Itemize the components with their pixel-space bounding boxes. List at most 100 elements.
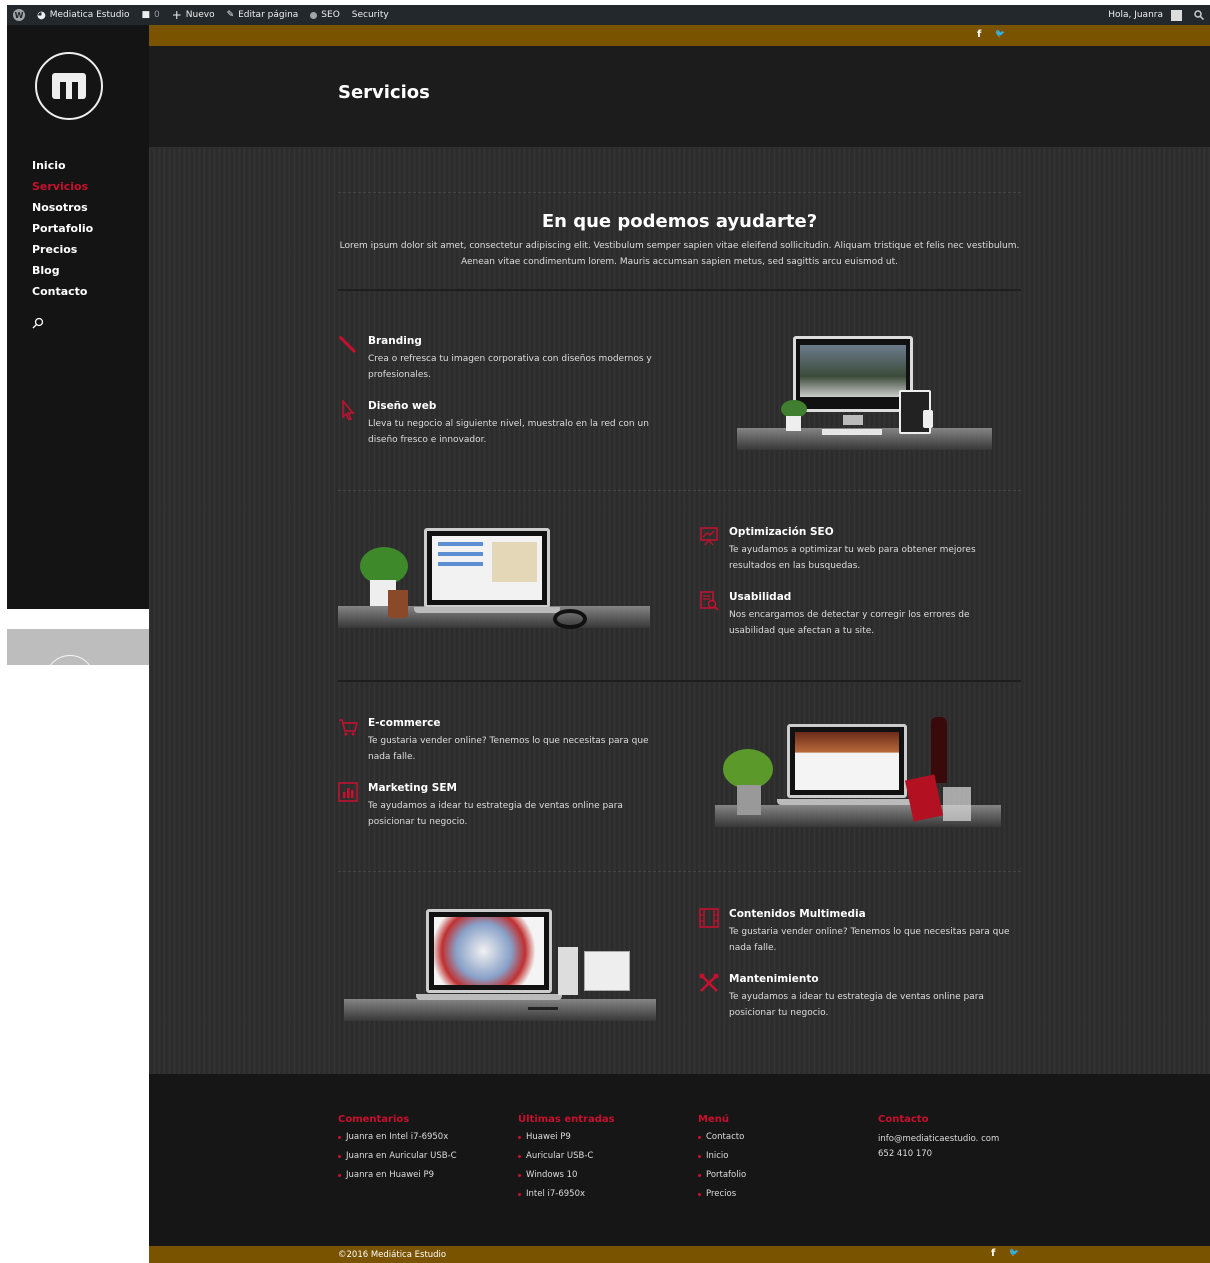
footer-recent-posts: Últimas entradas Huawei P9 Auricular USB… <box>518 1114 615 1208</box>
site-name-link[interactable]: ◕ Mediatica Estudio <box>31 5 135 25</box>
footer-link[interactable]: Auricular USB-C <box>518 1151 615 1170</box>
laptop-workspace-image <box>338 522 650 640</box>
nav-item-portafolio[interactable]: Portafolio <box>32 221 93 242</box>
document-search-icon <box>700 591 719 611</box>
sidebar-overflow-panel <box>7 629 149 665</box>
seo-label: SEO <box>321 10 340 20</box>
facebook-icon[interactable]: f <box>977 29 981 40</box>
twitter-icon[interactable]: 🐦 <box>995 29 1005 40</box>
page-title: Servicios <box>338 82 430 103</box>
new-content-link[interactable]: + Nuevo <box>166 5 221 25</box>
top-strip: f 🐦 <box>149 25 1210 46</box>
pencil-edit-icon: ✎ <box>226 10 235 20</box>
feature-title: E-commerce <box>368 717 441 729</box>
logo-mark-icon <box>52 73 86 99</box>
footer-link[interactable]: Intel i7-6950x <box>518 1189 615 1208</box>
footer-link[interactable]: Windows 10 <box>518 1170 615 1189</box>
divider <box>338 192 1021 193</box>
greeting-label: Hola, Juanra <box>1108 10 1163 20</box>
site-logo[interactable] <box>35 52 103 120</box>
feature-title: Contenidos Multimedia <box>729 908 866 920</box>
footer-link[interactable]: Juanra en Auricular USB-C <box>338 1151 457 1170</box>
ecommerce-laptop-image <box>715 717 1001 832</box>
footer-link[interactable]: Inicio <box>698 1151 746 1170</box>
desktop-devices-image <box>737 330 992 450</box>
divider <box>338 289 1021 291</box>
intro-text: Lorem ipsum dolor sit amet, consectetur … <box>339 241 1020 267</box>
twitter-icon[interactable]: 🐦 <box>1009 1248 1019 1259</box>
account-menu[interactable]: Hola, Juanra <box>1102 5 1188 25</box>
footer-link[interactable]: Portafolio <box>698 1170 746 1189</box>
wordpress-icon: W <box>13 9 25 21</box>
comments-count: 0 <box>153 10 160 20</box>
avatar <box>1171 9 1182 21</box>
nav-item-nosotros[interactable]: Nosotros <box>32 200 93 221</box>
intro-title: En que podemos ayudarte? <box>541 211 818 232</box>
edit-page-label: Editar página <box>238 10 299 20</box>
pencil-icon <box>339 336 357 354</box>
search-icon[interactable] <box>32 317 44 329</box>
footer-link[interactable]: Precios <box>698 1189 746 1208</box>
bottom-strip: ©2016 Mediática Estudio f 🐦 <box>149 1246 1210 1263</box>
tools-icon <box>699 973 719 992</box>
footer-heading: Comentarios <box>338 1114 410 1125</box>
plus-icon: + <box>171 8 182 22</box>
nav-item-servicios[interactable]: Servicios <box>32 179 93 200</box>
feature-desc: Te ayudamos a idear tu estrategia de ven… <box>729 992 984 1018</box>
nav-item-precios[interactable]: Precios <box>32 242 93 263</box>
feature-title: Optimización SEO <box>729 526 834 538</box>
nav-item-blog[interactable]: Blog <box>32 263 93 284</box>
feature-desc: Te ayudamos a idear tu estrategia de ven… <box>368 801 623 827</box>
cart-icon <box>339 719 358 736</box>
feature-desc: Te ayudamos a optimizar tu web para obte… <box>729 545 976 571</box>
chart-board-icon <box>700 527 718 546</box>
footer-link[interactable]: Juanra en Intel i7-6950x <box>338 1132 457 1151</box>
feature-desc: Nos encargamos de detectar y corregir lo… <box>729 610 970 636</box>
footer-link[interactable]: Contacto <box>698 1132 746 1151</box>
footer-link[interactable]: Juanra en Huawei P9 <box>338 1170 457 1189</box>
feature-desc: Te gustaria vender online? Tenemos lo qu… <box>368 736 649 762</box>
feature-title: Branding <box>368 335 422 347</box>
footer: Comentarios Juanra en Intel i7-6950x Jua… <box>149 1074 1210 1246</box>
nav-item-contacto[interactable]: Contacto <box>32 284 93 305</box>
divider <box>338 871 1021 872</box>
feature-desc: Lleva tu negocio al siguiente nivel, mue… <box>368 419 649 445</box>
divider <box>338 490 1021 491</box>
footer-menu: Menú Contacto Inicio Portafolio Precios <box>698 1114 746 1208</box>
site-name-label: Mediatica Estudio <box>49 10 130 20</box>
logo-arc-shape <box>45 655 95 665</box>
feature-title: Marketing SEM <box>368 782 457 794</box>
page-header: Servicios <box>149 46 1210 147</box>
footer-heading: Contacto <box>878 1114 929 1125</box>
copyright-text: ©2016 Mediática Estudio <box>338 1250 447 1260</box>
divider <box>338 680 1021 682</box>
feature-title: Mantenimiento <box>729 973 819 985</box>
admin-search-button[interactable] <box>1188 5 1210 25</box>
footer-heading: Menú <box>698 1114 729 1125</box>
dashboard-icon: ◕ <box>37 9 46 21</box>
security-menu[interactable]: Security <box>346 5 395 25</box>
contact-phone: 652 410 170 <box>878 1149 933 1159</box>
bar-chart-icon <box>338 782 358 802</box>
main-nav: Inicio Servicios Nosotros Portafolio Pre… <box>32 158 93 305</box>
sidebar: Inicio Servicios Nosotros Portafolio Pre… <box>7 25 149 609</box>
film-icon <box>699 908 719 928</box>
footer-link[interactable]: Huawei P9 <box>518 1132 615 1151</box>
contact-email[interactable]: info@mediaticaestudio. com <box>878 1132 999 1147</box>
search-icon <box>1194 10 1204 20</box>
comment-icon: ■ <box>141 10 150 20</box>
footer-contact: Contacto info@mediaticaestudio. com 652 … <box>878 1114 999 1162</box>
services-section: En que podemos ayudarte? Lorem ipsum dol… <box>149 147 1210 1074</box>
edit-page-link[interactable]: ✎ Editar página <box>221 5 305 25</box>
feature-title: Diseño web <box>368 400 437 412</box>
bottom-social-links: f 🐦 <box>991 1248 1019 1259</box>
admin-bar: W ◕ Mediatica Estudio ■ 0 + Nuevo ✎ Edit… <box>7 5 1210 25</box>
feature-desc: Crea o refresca tu imagen corporativa co… <box>368 354 652 380</box>
creative-laptop-image <box>344 907 656 1025</box>
seo-menu[interactable]: SEO <box>304 5 345 25</box>
nav-item-inicio[interactable]: Inicio <box>32 158 93 179</box>
comments-link[interactable]: ■ 0 <box>135 5 165 25</box>
wordpress-logo-menu[interactable]: W <box>7 5 31 25</box>
footer-comments: Comentarios Juanra en Intel i7-6950x Jua… <box>338 1114 457 1189</box>
facebook-icon[interactable]: f <box>991 1248 995 1259</box>
